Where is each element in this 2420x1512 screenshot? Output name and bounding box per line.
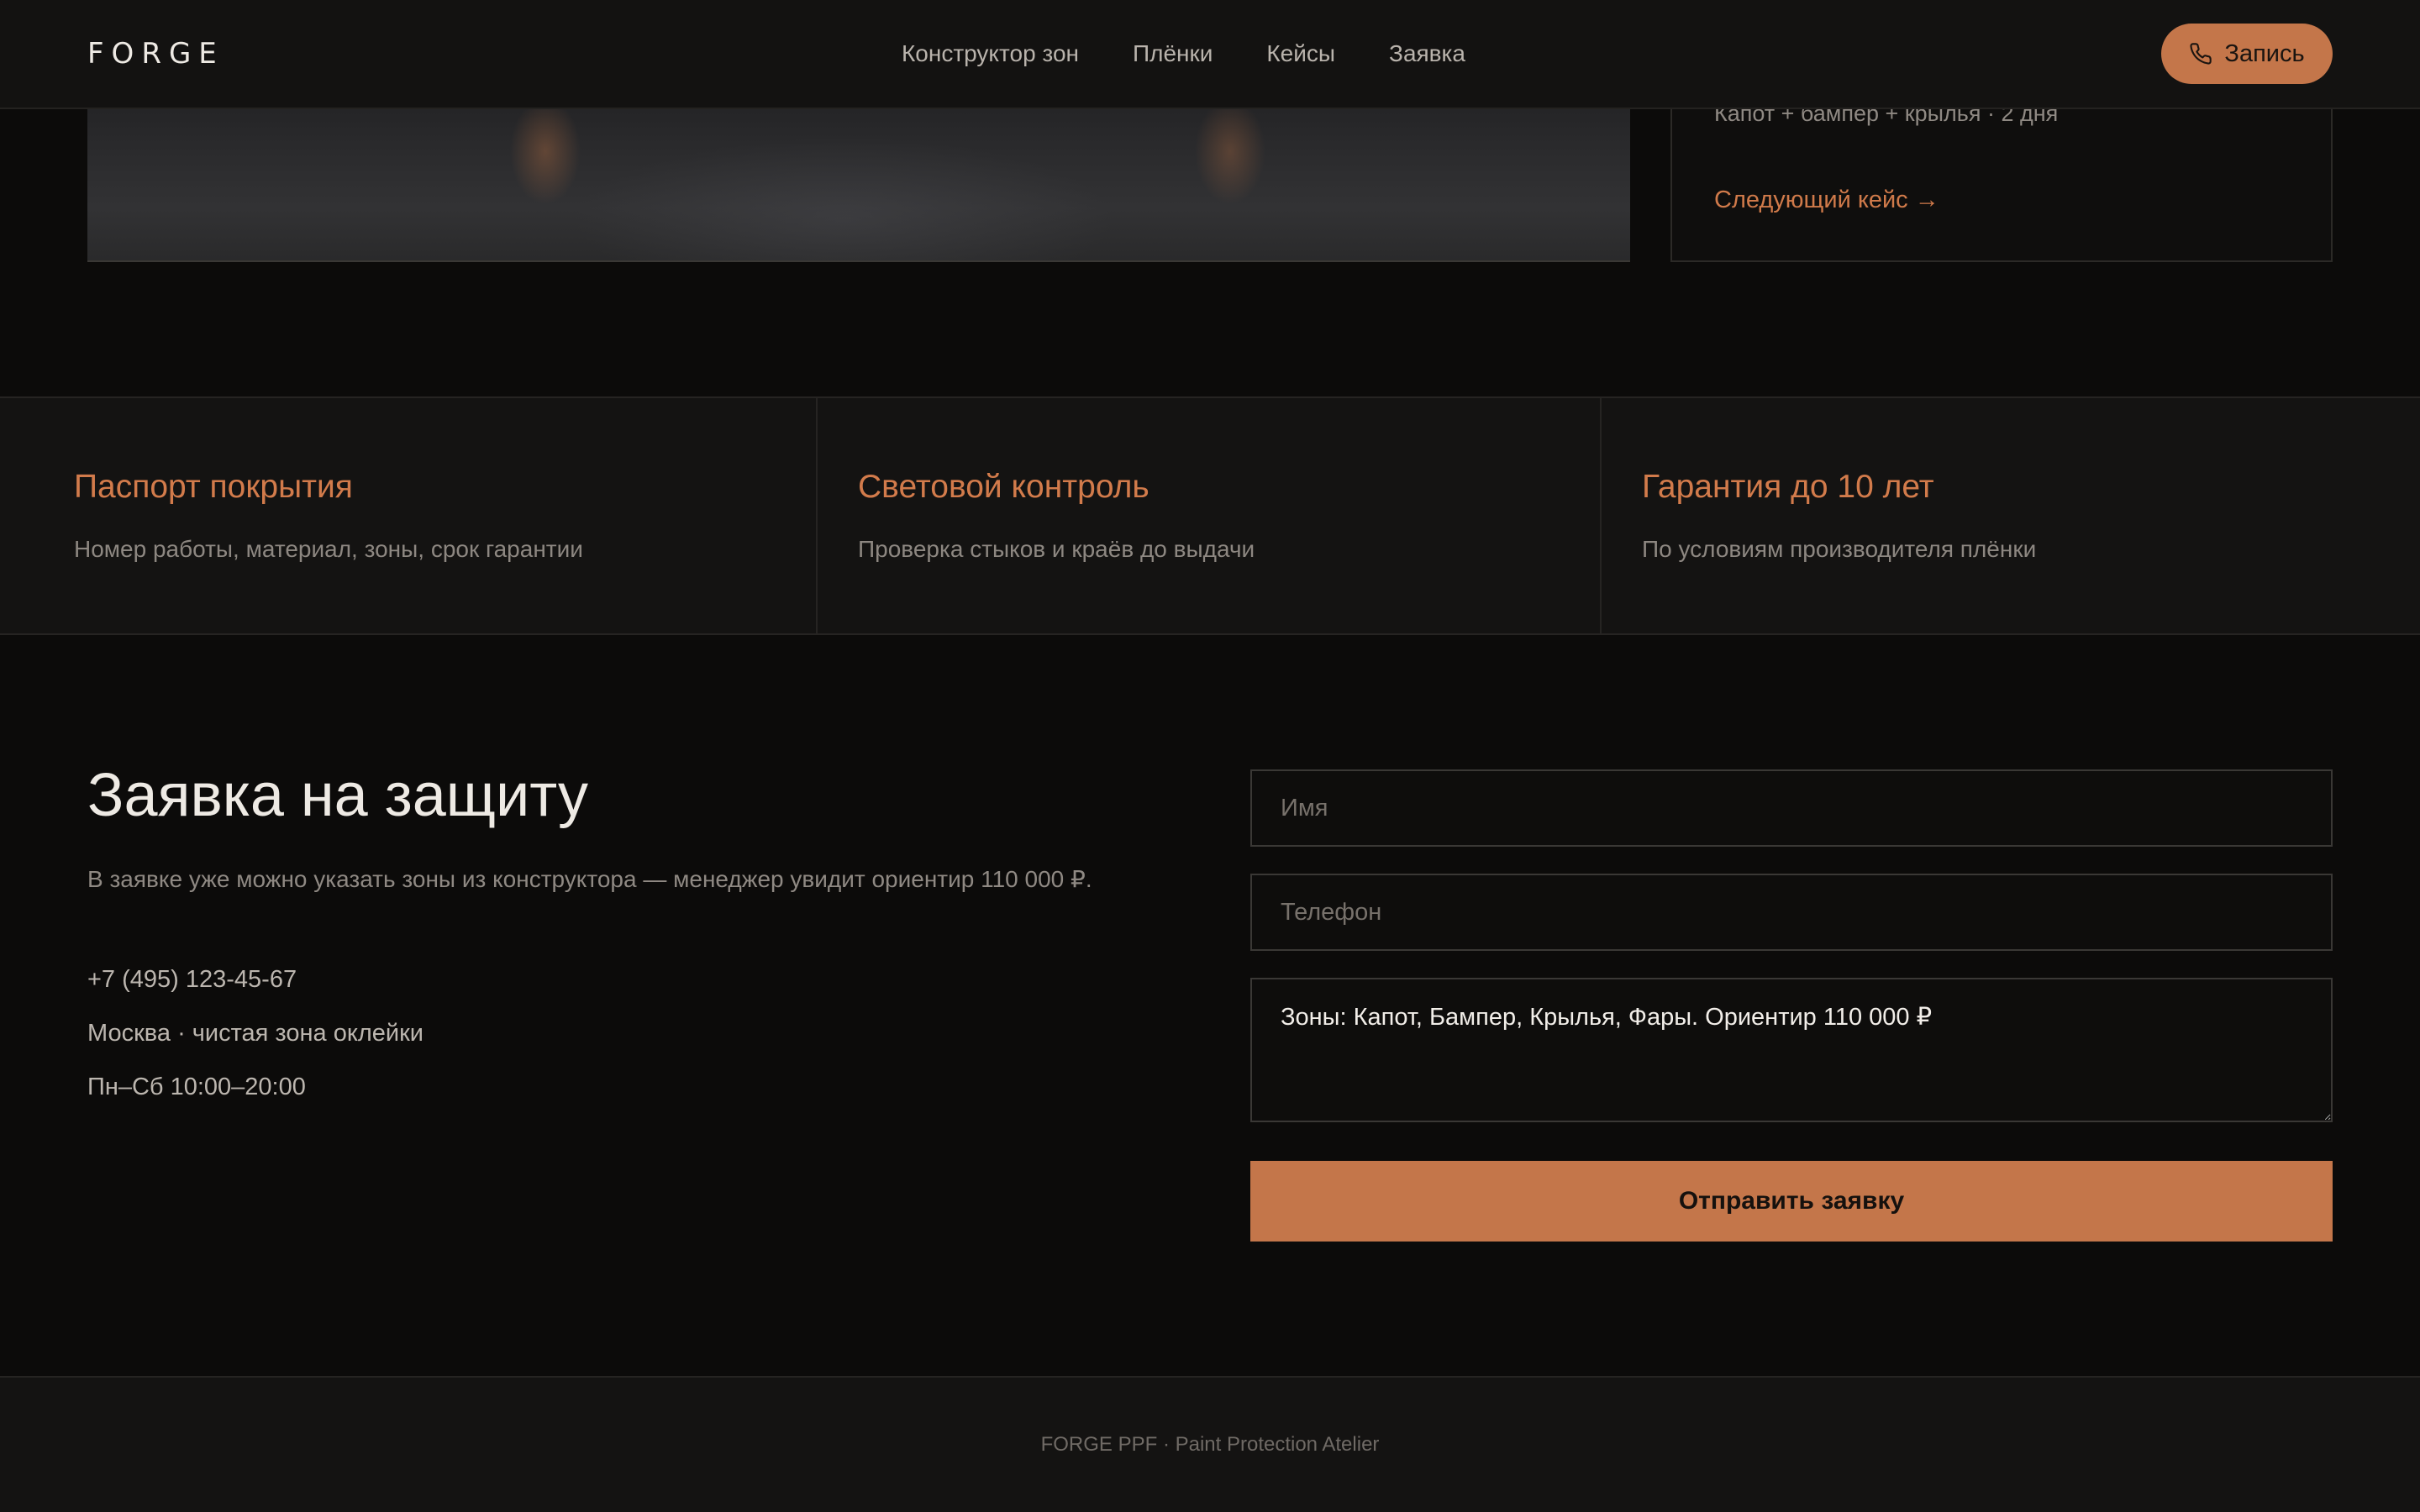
next-case-link[interactable]: Следующий кейс → — [1714, 186, 1939, 214]
feature-title: Световой контроль — [858, 469, 1150, 505]
nav-link-cases[interactable]: Кейсы — [1266, 37, 1335, 71]
feature-text: Номер работы, материал, зоны, срок гаран… — [74, 536, 583, 562]
feature-text: Проверка стыков и краёв до выдачи — [858, 536, 1255, 562]
site-header: FORGE Конструктор зон Плёнки Кейсы Заявк… — [0, 0, 2420, 109]
feature-title: Паспорт покрытия — [74, 469, 353, 505]
request-title: Заявка на защиту — [87, 762, 589, 829]
name-input[interactable] — [1250, 769, 2333, 847]
phone-input[interactable] — [1250, 874, 2333, 951]
logo[interactable]: FORGE — [87, 37, 224, 71]
footer-text: FORGE PPF · Paint Protection Atelier — [1040, 1433, 1380, 1456]
request-subtitle: В заявке уже можно указать зоны из конст… — [87, 866, 1092, 892]
contact-location: Москва · чистая зона оклейки — [87, 1020, 424, 1047]
phone-icon — [2190, 43, 2212, 65]
contact-phone[interactable]: +7 (495) 123-45-67 — [87, 966, 297, 994]
feature-title: Гарантия до 10 лет — [1642, 469, 1934, 505]
feature-text: По условиям производителя плёнки — [1642, 536, 2037, 562]
book-button[interactable]: Запись — [2161, 24, 2333, 84]
nav-link-films[interactable]: Плёнки — [1133, 37, 1213, 71]
submit-request-button[interactable]: Отправить заявку — [1250, 1161, 2333, 1242]
feature-item: Световой контроль Проверка стыков и краё… — [818, 398, 1602, 633]
nav-link-zone-builder[interactable]: Конструктор зон — [902, 37, 1079, 71]
feature-item: Гарантия до 10 лет По условиям производи… — [1602, 398, 2420, 633]
site-footer: FORGE PPF · Paint Protection Atelier — [0, 1376, 2420, 1512]
nav-link-request[interactable]: Заявка — [1389, 37, 1465, 71]
zones-textarea[interactable]: Зоны: Капот, Бампер, Крылья, Фары. Ориен… — [1250, 978, 2333, 1122]
book-button-label: Запись — [2224, 39, 2305, 67]
main-nav: Конструктор зон Плёнки Кейсы Заявка — [902, 37, 1465, 71]
features-strip: Паспорт покрытия Номер работы, материал,… — [0, 396, 2420, 635]
feature-item: Паспорт покрытия Номер работы, материал,… — [0, 398, 818, 633]
contact-hours: Пн–Сб 10:00–20:00 — [87, 1074, 306, 1100]
